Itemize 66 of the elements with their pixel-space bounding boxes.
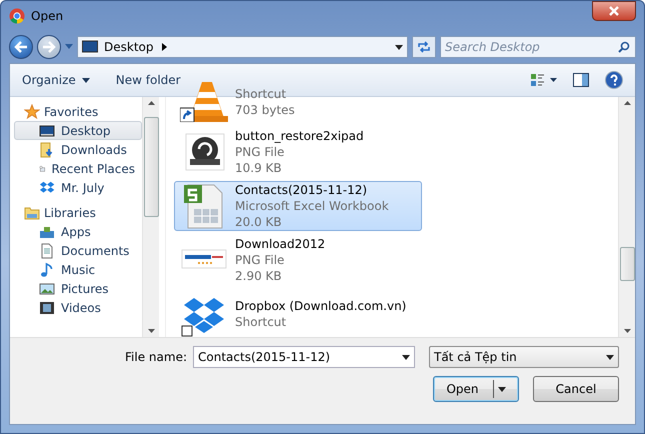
- pane-icon: [573, 73, 589, 87]
- close-icon: [609, 6, 619, 16]
- search-field[interactable]: Search Desktop: [440, 36, 636, 58]
- cancel-button[interactable]: Cancel: [533, 376, 619, 402]
- file-item[interactable]: button_restore2xipad PNG File 10.9 KB: [174, 127, 422, 177]
- scroll-down-icon[interactable]: [624, 329, 630, 333]
- scrollbar-thumb[interactable]: [144, 117, 159, 217]
- download-folder-icon: [39, 142, 55, 158]
- caret-icon[interactable]: [402, 354, 410, 360]
- folder-icon: [24, 204, 40, 220]
- view-options-button[interactable]: [531, 73, 557, 87]
- traffic-cone-icon: [180, 82, 228, 122]
- music-note-icon: [39, 262, 55, 278]
- sidebar-item[interactable]: Recent Places: [14, 159, 142, 178]
- caret-icon[interactable]: [606, 354, 614, 360]
- sidebar-scrollbar[interactable]: [142, 97, 159, 337]
- address-bar[interactable]: Desktop: [77, 36, 408, 58]
- refresh-arrows-icon: [417, 41, 431, 53]
- chevron-right-icon[interactable]: [162, 43, 166, 51]
- sidebar-item[interactable]: Documents: [14, 241, 142, 260]
- document-icon: [39, 242, 55, 258]
- arrow-left-icon: [14, 41, 28, 53]
- sidebar-item[interactable]: Mr. July: [14, 178, 142, 197]
- monitor-icon: [82, 40, 98, 54]
- caret-icon: [82, 78, 90, 82]
- view-list-icon: [531, 73, 557, 87]
- arrow-right-icon: [42, 41, 56, 53]
- file-name-field[interactable]: Contacts(2015-11-12): [193, 346, 415, 368]
- sidebar-group-header[interactable]: Favorites: [14, 102, 142, 121]
- organize-button[interactable]: Organize: [22, 73, 90, 87]
- sidebar-item[interactable]: Videos: [14, 298, 142, 317]
- window-title: Open: [31, 9, 64, 23]
- browser-logo-icon: [9, 8, 25, 24]
- file-item[interactable]: Contacts(2015-11-12) Microsoft Excel Workbook 20.0 KB: [174, 181, 422, 231]
- file-item[interactable]: Download2012 PNG File 2.90 KB: [174, 235, 422, 285]
- sidebar-item[interactable]: Music: [14, 260, 142, 279]
- sidebar-item[interactable]: Desktop: [14, 121, 142, 140]
- open-button[interactable]: Open: [433, 376, 519, 402]
- new-folder-button[interactable]: New folder: [116, 73, 181, 87]
- preview-pane-button[interactable]: [573, 73, 589, 87]
- file-name-label: File name:: [125, 350, 187, 364]
- star-icon: [24, 104, 40, 120]
- sidebar-item[interactable]: Downloads: [14, 140, 142, 159]
- close-button[interactable]: [592, 1, 636, 21]
- file-list-scrollbar[interactable]: [618, 97, 635, 337]
- scrollbar-thumb[interactable]: [620, 247, 635, 281]
- help-icon: [605, 71, 623, 89]
- scroll-down-icon[interactable]: [148, 329, 154, 333]
- refresh-button[interactable]: [412, 36, 436, 58]
- search-icon: [618, 41, 630, 53]
- scroll-up-icon[interactable]: [148, 101, 154, 105]
- sidebar-item[interactable]: Apps: [14, 222, 142, 241]
- monitor-icon: [39, 122, 55, 138]
- scroll-up-icon[interactable]: [624, 101, 630, 105]
- film-icon: [39, 300, 55, 316]
- help-button[interactable]: [605, 71, 623, 89]
- back-button[interactable]: [9, 35, 33, 59]
- sidebar-item[interactable]: Pictures: [14, 279, 142, 298]
- file-type-dropdown[interactable]: Tất cả Tệp tin: [429, 346, 619, 368]
- caret-icon[interactable]: [395, 44, 403, 50]
- sidebar-group-header[interactable]: Libraries: [14, 203, 142, 222]
- forward-button[interactable]: [37, 35, 61, 59]
- caret-icon: [498, 386, 506, 392]
- dropbox-icon: [39, 180, 55, 196]
- location-text: Desktop: [104, 40, 154, 54]
- picture-icon: [39, 280, 55, 296]
